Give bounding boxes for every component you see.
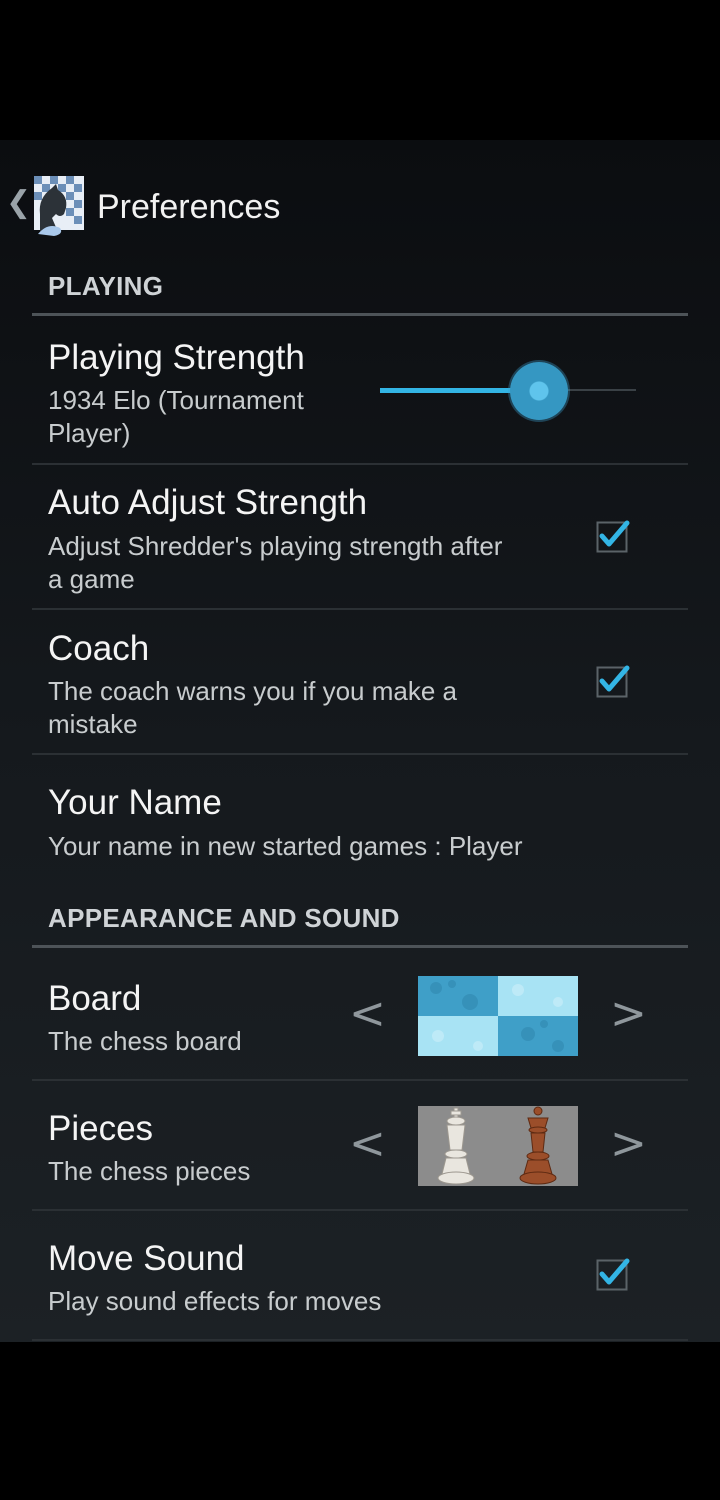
pref-summary: The coach warns you if you make a (48, 676, 457, 706)
pref-summary: Play sound effects for moves (48, 1286, 382, 1316)
pieces-preview-image (418, 1106, 578, 1186)
board-next-button[interactable]: > (610, 992, 647, 1036)
pieces-prev-button[interactable]: < (349, 1122, 386, 1166)
shredder-app-icon[interactable] (30, 174, 86, 236)
board-prev-button[interactable]: < (349, 992, 386, 1036)
category-header-appearance: APPEARANCE AND SOUND (48, 903, 400, 933)
pref-title: Pieces (48, 1109, 154, 1148)
pref-summary: The chess pieces (48, 1156, 251, 1186)
row-divider (32, 753, 688, 755)
pref-summary: The chess board (48, 1026, 242, 1056)
row-divider (32, 608, 688, 610)
row-divider (32, 1339, 688, 1341)
row-divider (32, 1079, 688, 1081)
coach-checkbox[interactable] (596, 664, 630, 698)
pref-title: Your Name (48, 783, 222, 822)
pref-title: Move Sound (48, 1239, 245, 1278)
strength-slider-thumb[interactable] (510, 362, 568, 420)
pref-summary: a game (48, 564, 135, 594)
pref-title: Board (48, 979, 142, 1018)
pref-summary: Your name in new started games : Player (48, 831, 523, 861)
page-title: Preferences (97, 188, 281, 226)
pref-title: Auto Adjust Strength (48, 483, 368, 522)
category-divider (32, 945, 688, 948)
category-header-playing: PLAYING (48, 271, 164, 301)
up-chevron-icon[interactable]: ❮ (6, 188, 31, 218)
pref-title: Coach (48, 629, 150, 668)
row-divider (32, 1209, 688, 1211)
pref-summary: Player) (48, 418, 131, 448)
screen: ❮ Preferences PLAYING Playing Strength 1… (0, 0, 720, 1500)
pref-summary: Adjust Shredder's playing strength after (48, 531, 503, 561)
pref-summary: 1934 Elo (Tournament (48, 385, 304, 415)
pref-summary: mistake (48, 709, 138, 739)
pieces-next-button[interactable]: > (610, 1122, 647, 1166)
category-divider (32, 313, 688, 316)
auto-adjust-checkbox[interactable] (596, 519, 630, 553)
pref-title: Playing Strength (48, 338, 305, 377)
board-preview (418, 976, 578, 1056)
board-preview-image (418, 976, 578, 1056)
pieces-preview (418, 1106, 578, 1186)
row-divider (32, 463, 688, 465)
move-sound-checkbox[interactable] (596, 1257, 630, 1291)
